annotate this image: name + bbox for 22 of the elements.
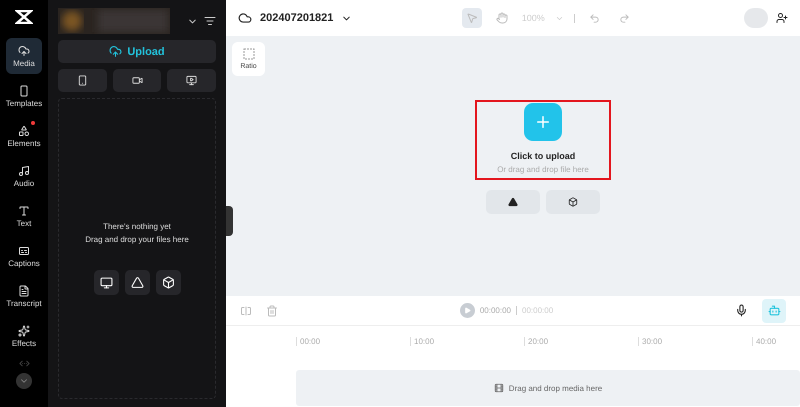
sidebar-item[interactable]: Captions	[6, 238, 42, 274]
track-hint: Drag and drop media here	[508, 384, 602, 392]
upload-button[interactable]: Upload	[58, 40, 216, 63]
project-name[interactable]: 202407201821	[260, 12, 334, 24]
sidebar-item[interactable]: Transcript	[6, 278, 42, 314]
upload-title: Click to upload	[510, 151, 576, 161]
sidebar-item[interactable]: Templates	[6, 78, 42, 114]
ruler-label: 20:00	[524, 337, 638, 346]
current-time: 00:00:00	[480, 306, 511, 315]
upload-hint: Or drag and drop file here	[497, 165, 589, 174]
ruler-label: 10:00	[410, 337, 524, 346]
ruler-label: 30:00	[638, 337, 752, 346]
sidebar-item[interactable]: Media	[6, 38, 42, 74]
sidebar-item[interactable]: Audio	[6, 158, 42, 194]
empty-title: There's nothing yet	[103, 222, 171, 231]
sidebar-item[interactable]: Elements	[6, 118, 42, 154]
sidebar-item[interactable]: Effects	[6, 318, 42, 354]
media-track[interactable]: Drag and drop media here	[296, 370, 800, 406]
sidebar-item[interactable]: Text	[6, 198, 42, 234]
ruler-label: 00:00	[296, 337, 410, 346]
ruler-label: 40:00	[752, 337, 800, 346]
empty-hint: Drag and drop your files here	[85, 235, 189, 244]
